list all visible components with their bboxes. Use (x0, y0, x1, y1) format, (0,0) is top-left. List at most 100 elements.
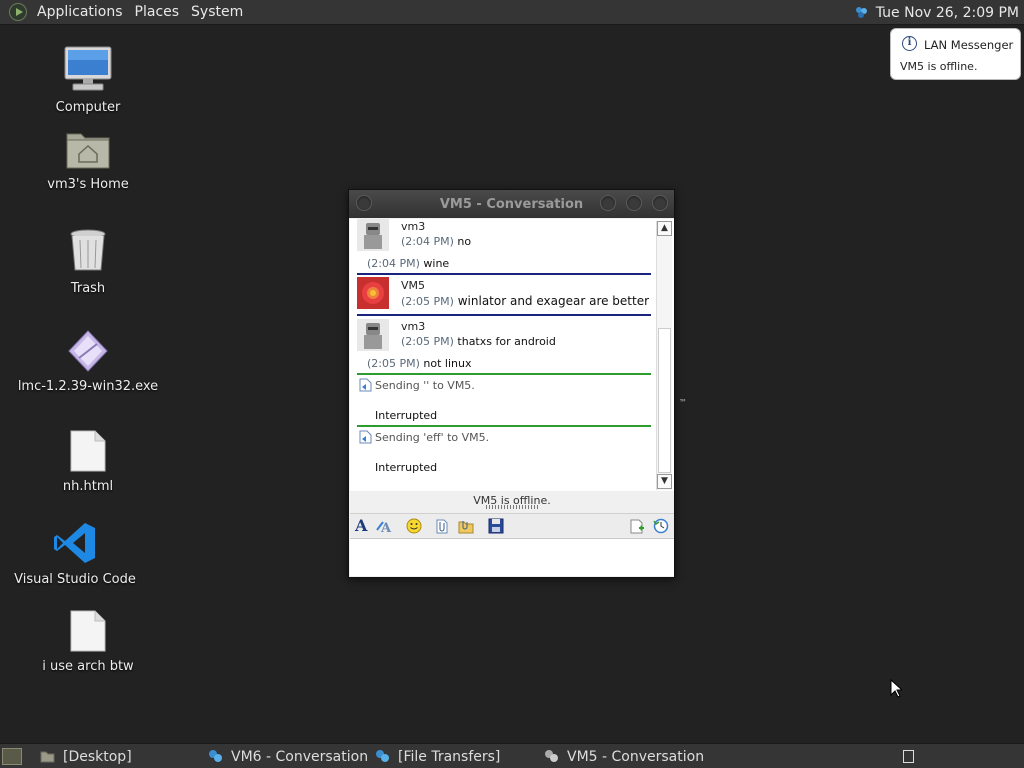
bottom-panel: [Desktop] VM6 - Conversation [File Trans… (0, 743, 1024, 768)
desktop-icon-label: nh.html (62, 479, 114, 494)
lan-messenger-icon (376, 750, 389, 762)
message-time: (2:04 PM) (401, 235, 454, 248)
conversation-window[interactable]: VM5 - Conversation vm3 (2:04 PM) no (2:0… (348, 189, 675, 578)
desktop-icon-label: Computer (55, 100, 121, 115)
message-body: thatxs for android (457, 335, 556, 348)
attach-file-icon[interactable] (434, 518, 450, 534)
message-time: (2:04 PM) (367, 257, 420, 270)
show-desktop-button[interactable] (2, 748, 22, 765)
chat-history[interactable]: vm3 (2:04 PM) no (2:04 PM) wine VM5 (2:0… (350, 219, 674, 491)
status-bar: VM5 is offline. (350, 492, 674, 512)
window-titlebar[interactable]: VM5 - Conversation (349, 190, 674, 218)
desktop-icon-trash[interactable]: Trash (13, 228, 163, 296)
transfer-status: Interrupted (375, 461, 438, 474)
notification-popup[interactable]: i LAN Messenger VM5 is offline. (890, 28, 1021, 80)
message-time: (2:05 PM) (367, 357, 420, 370)
vm3-avatar (357, 319, 389, 351)
message-body: no (457, 235, 472, 248)
message-input[interactable] (350, 538, 674, 576)
computer-icon (64, 46, 112, 91)
add-contact-icon[interactable] (629, 518, 645, 534)
taskbar-item-vm6-conversation[interactable]: VM6 - Conversation (208, 744, 368, 768)
taskbar-item-desktop[interactable]: [Desktop] (40, 744, 132, 768)
lan-messenger-icon (545, 750, 558, 762)
transfer-text: Sending 'eff' to VM5. (375, 431, 490, 444)
notification-body: VM5 is offline. (900, 60, 978, 73)
lan-messenger-tray-icon[interactable] (855, 6, 868, 19)
taskbar-item-label: VM5 - Conversation (567, 748, 705, 765)
message-time: (2:05 PM) (401, 335, 454, 348)
attach-folder-icon[interactable] (458, 518, 474, 534)
message-time: (2:05 PM) (401, 295, 454, 308)
desktop-icon-label: vm3's Home (47, 177, 129, 192)
menu-places[interactable]: Places (129, 4, 186, 20)
transfer-separator (357, 425, 651, 427)
notification-title: LAN Messenger (924, 38, 1014, 52)
desktop-icon-home[interactable]: vm3's Home (13, 128, 163, 192)
scroll-thumb[interactable] (658, 328, 671, 473)
maximize-button[interactable] (626, 195, 642, 211)
exe-file-icon (68, 330, 108, 372)
desktop-icon-lmc-exe[interactable]: lmc-1.2.39-win32.exe (13, 330, 163, 394)
info-icon: i (902, 36, 917, 51)
file-transfer-icon (359, 378, 372, 392)
desktop-icon-label: Visual Studio Code (14, 572, 136, 587)
desktop-icon-label: Trash (70, 281, 106, 296)
resize-grip[interactable] (486, 505, 540, 509)
message-text: (2:04 PM) wine (367, 257, 449, 270)
transfer-text: Sending '' to VM5. (375, 379, 475, 392)
taskbar-item-file-transfers[interactable]: [File Transfers] (375, 744, 500, 768)
workspace-switcher[interactable] (903, 750, 914, 763)
message-separator (357, 273, 651, 275)
save-icon[interactable] (488, 518, 504, 534)
applications-logo-icon[interactable] (9, 3, 27, 21)
message-text: (2:04 PM) no (401, 235, 471, 248)
message-separator (357, 314, 651, 316)
message-body: wine (423, 257, 450, 270)
chat-scrollbar[interactable]: ▲ ▼ (656, 221, 672, 490)
close-button[interactable] (652, 195, 668, 211)
vscode-icon (54, 523, 95, 563)
menu-system[interactable]: System (185, 4, 249, 20)
font-icon[interactable]: A (355, 518, 371, 534)
html-file-icon (70, 430, 106, 472)
trash-icon (70, 229, 106, 271)
vm3-avatar (357, 219, 389, 251)
sender-name: VM5 (401, 279, 426, 292)
folder-icon (40, 751, 55, 763)
transfer-separator (357, 373, 651, 375)
scroll-down-button[interactable]: ▼ (657, 474, 672, 489)
minimize-button[interactable] (600, 195, 616, 211)
taskbar-item-label: [File Transfers] (398, 748, 501, 765)
trademark-mark: ™ (679, 398, 687, 407)
message-text: (2:05 PM) winlator and exagear are bette… (401, 294, 649, 308)
message-text: (2:05 PM) thatxs for android (401, 335, 556, 348)
desktop-icon-computer[interactable]: Computer (13, 45, 163, 115)
desktop-icon-arch-file[interactable]: i use arch btw (13, 610, 163, 674)
message-text: (2:05 PM) not linux (367, 357, 471, 370)
taskbar-item-vm5-conversation[interactable]: VM5 - Conversation (544, 744, 704, 768)
taskbar-item-label: [Desktop] (63, 748, 132, 765)
text-file-icon (70, 610, 106, 652)
scroll-up-button[interactable]: ▲ (657, 221, 672, 236)
home-folder-icon (66, 133, 110, 169)
transfer-status: Interrupted (375, 409, 438, 422)
desktop-icon-nh-html[interactable]: nh.html (13, 430, 163, 494)
vm5-avatar (357, 277, 389, 309)
clock[interactable]: Tue Nov 26, 2:09 PM (876, 5, 1024, 21)
desktop-icon-vscode[interactable]: Visual Studio Code (0, 521, 150, 587)
sender-name: vm3 (401, 220, 426, 233)
file-transfer-icon (359, 430, 372, 444)
desktop-icon-label: i use arch btw (42, 659, 134, 674)
history-icon[interactable] (653, 518, 669, 534)
font-color-icon[interactable]: A (376, 518, 392, 534)
mouse-cursor-icon (890, 679, 902, 698)
taskbar-item-label: VM6 - Conversation (231, 748, 369, 765)
menu-applications[interactable]: Applications (31, 4, 129, 20)
message-body: winlator and exagear are better (457, 294, 650, 308)
lan-messenger-icon (209, 750, 222, 762)
desktop-icon-label: lmc-1.2.39-win32.exe (17, 379, 159, 394)
sender-name: vm3 (401, 320, 426, 333)
message-toolbar: A A (350, 513, 674, 537)
smiley-icon[interactable] (406, 518, 422, 534)
